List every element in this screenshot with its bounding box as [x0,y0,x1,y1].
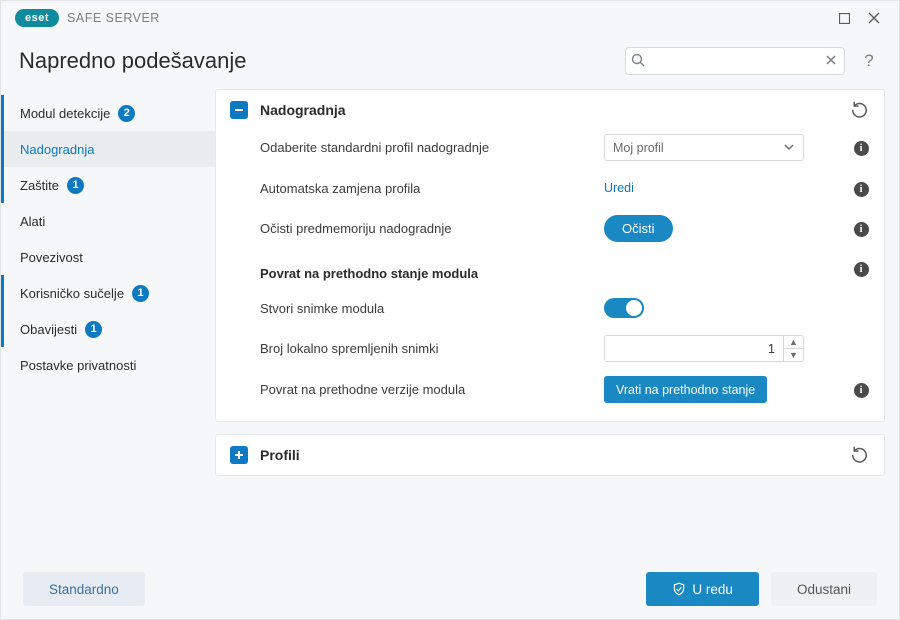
sidebar-item-label: Povezivost [20,250,83,265]
window-close-button[interactable] [859,5,889,31]
brand-logo: eset [15,9,59,27]
chevron-up-icon: ▲ [789,337,798,347]
page-title: Napredno podešavanje [19,48,611,74]
search-box [625,47,845,75]
select-default-profile[interactable]: Moj profil [604,134,804,161]
square-icon [839,13,850,24]
cancel-button[interactable]: Odustani [771,572,877,606]
info-icon: i [854,262,869,277]
undo-button[interactable] [852,445,870,466]
row-rollback-heading: Povrat na prethodno stanje modula i [260,256,870,281]
row-create-snapshots: Stvori snimke modula [260,295,870,321]
label-clear-cache: Očisti predmemoriju nadogradnje [260,221,590,236]
sidebar-item-label: Korisničko sučelje [20,286,124,301]
sidebar-item-update[interactable]: Nadogradnja [1,131,215,167]
sidebar-item-notifications[interactable]: Obavijesti 1 [1,311,215,347]
sidebar-item-detection[interactable]: Modul detekcije 2 [1,95,215,131]
toggle-create-snapshots[interactable] [604,298,644,318]
spinner: ▲ ▼ [783,336,803,361]
footer: Standardno U redu Odustani [1,561,899,617]
header: Napredno podešavanje ? [1,35,899,89]
subheading-rollback: Povrat na prethodno stanje modula [260,256,478,281]
content: Nadogradnja Odaberite standardni profil … [215,89,885,561]
close-icon [868,12,880,24]
sidebar-item-label: Zaštite [20,178,59,193]
sidebar: Modul detekcije 2 Nadogradnja Zaštite 1 … [1,89,215,561]
label-default-profile: Odaberite standardni profil nadogradnje [260,140,590,155]
sidebar-item-privacy[interactable]: Postavke privatnosti [1,347,215,383]
chevron-down-icon: ▼ [789,350,798,360]
rollback-button[interactable]: Vrati na prethodno stanje [604,376,767,403]
sidebar-item-label: Nadogradnja [20,142,94,157]
sidebar-item-ui[interactable]: Korisničko sučelje 1 [1,275,215,311]
ok-button-label: U redu [692,582,733,597]
label-auto-switch: Automatska zamjena profila [260,181,590,196]
sidebar-item-connectivity[interactable]: Povezivost [1,239,215,275]
undo-button[interactable] [852,100,870,121]
sidebar-badge: 1 [85,321,102,338]
row-rollback-action: Povrat na prethodne verzije modula Vrati… [260,376,870,403]
brand: eset SAFE SERVER [15,9,160,27]
sidebar-badge: 2 [118,105,135,122]
panel-title: Nadogradnja [260,102,840,118]
undo-icon [852,445,870,463]
info-button[interactable]: i [852,180,870,197]
clear-search-button[interactable] [823,52,839,71]
help-button[interactable]: ? [859,51,879,71]
label-snapshot-count: Broj lokalno spremljenih snimki [260,341,590,356]
info-icon: i [854,141,869,156]
snapshot-count-input[interactable] [605,336,783,361]
row-clear-cache: Očisti predmemoriju nadogradnje Očisti i [260,215,870,242]
product-name: SAFE SERVER [67,11,160,25]
row-auto-switch: Automatska zamjena profila Uredi i [260,175,870,201]
number-snapshot-count: ▲ ▼ [604,335,804,362]
select-value: Moj profil [613,141,664,155]
sidebar-item-label: Obavijesti [20,322,77,337]
window-maximize-button[interactable] [829,5,859,31]
ok-button[interactable]: U redu [646,572,759,606]
info-button[interactable]: i [852,260,870,277]
search-input[interactable] [625,47,845,75]
info-icon: i [854,383,869,398]
label-rollback-action: Povrat na prethodne verzije modula [260,382,590,397]
panel-profiles: Profili [215,434,885,476]
sidebar-item-tools[interactable]: Alati [1,203,215,239]
clear-cache-button[interactable]: Očisti [604,215,673,242]
sidebar-badge: 1 [67,177,84,194]
label-create-snapshots: Stvori snimke modula [260,301,590,316]
titlebar: eset SAFE SERVER [1,1,899,35]
panel-title: Profili [260,447,840,463]
sidebar-badge: 1 [132,285,149,302]
chevron-down-icon [783,141,795,156]
sidebar-item-label: Alati [20,214,45,229]
default-button[interactable]: Standardno [23,572,145,606]
row-default-profile: Odaberite standardni profil nadogradnje … [260,134,870,161]
info-icon: i [854,182,869,197]
sidebar-item-label: Postavke privatnosti [20,358,136,373]
shield-icon [672,582,686,596]
info-button[interactable]: i [852,381,870,398]
collapse-icon [230,101,248,119]
undo-icon [852,100,870,118]
row-snapshot-count: Broj lokalno spremljenih snimki ▲ ▼ [260,335,870,362]
panel-update: Nadogradnja Odaberite standardni profil … [215,89,885,422]
expand-icon [230,446,248,464]
spinner-down[interactable]: ▼ [784,349,803,361]
panel-profiles-header[interactable]: Profili [216,435,884,475]
link-edit-profiles[interactable]: Uredi [604,181,634,195]
spinner-up[interactable]: ▲ [784,336,803,349]
info-button[interactable]: i [852,220,870,237]
info-icon: i [854,222,869,237]
search-icon [631,53,645,70]
x-icon [823,52,839,68]
sidebar-item-protections[interactable]: Zaštite 1 [1,167,215,203]
panel-update-header[interactable]: Nadogradnja [216,90,884,130]
info-button[interactable]: i [852,139,870,156]
sidebar-item-label: Modul detekcije [20,106,110,121]
